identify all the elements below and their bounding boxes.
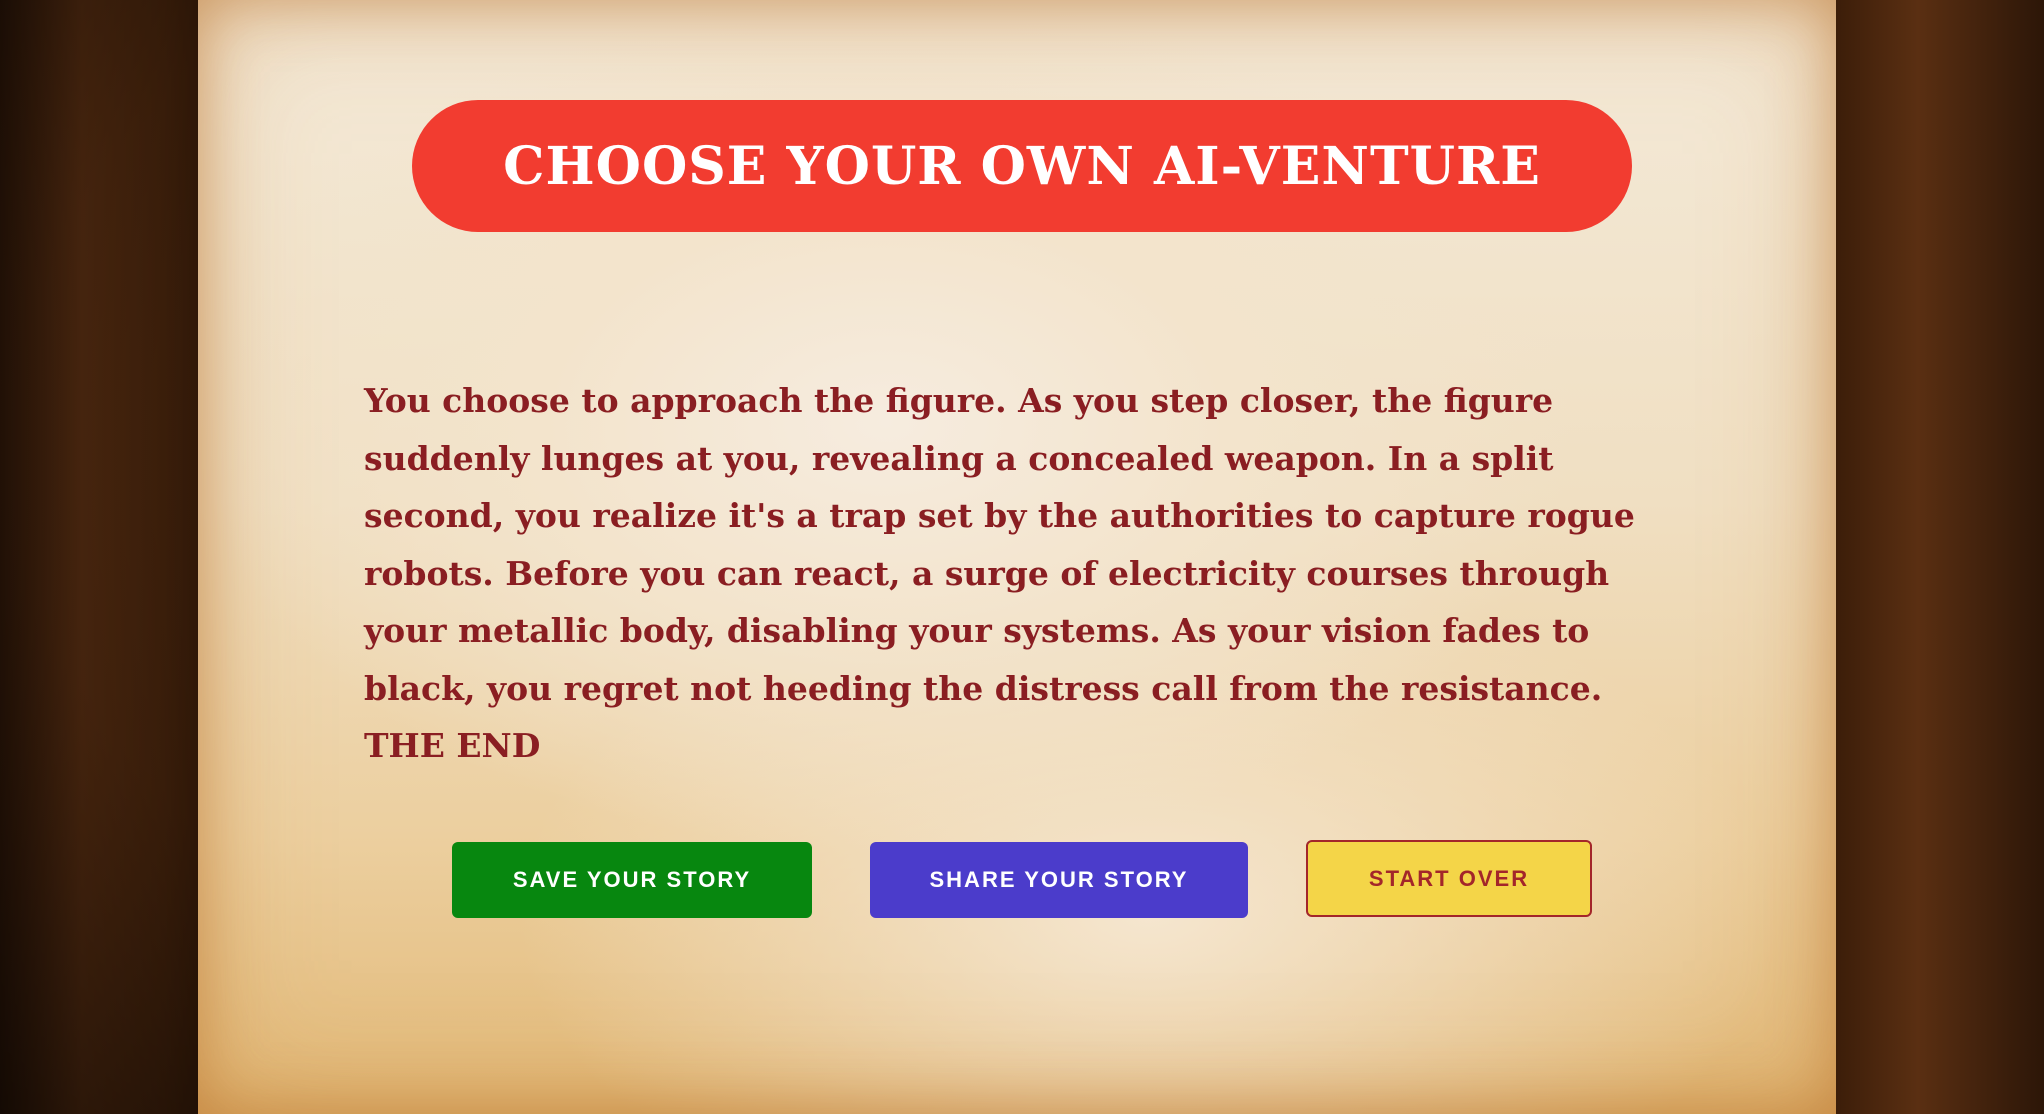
share-story-button[interactable]: SHARE YOUR STORY: [870, 842, 1248, 918]
leather-backdrop-right: [1834, 0, 2044, 1114]
start-over-button[interactable]: START OVER: [1306, 840, 1592, 917]
title-banner: CHOOSE YOUR OWN AI-VENTURE: [412, 100, 1632, 232]
save-story-button[interactable]: SAVE YOUR STORY: [452, 842, 812, 918]
page-title: CHOOSE YOUR OWN AI-VENTURE: [503, 135, 1541, 197]
story-text: You choose to approach the figure. As yo…: [364, 381, 1635, 765]
